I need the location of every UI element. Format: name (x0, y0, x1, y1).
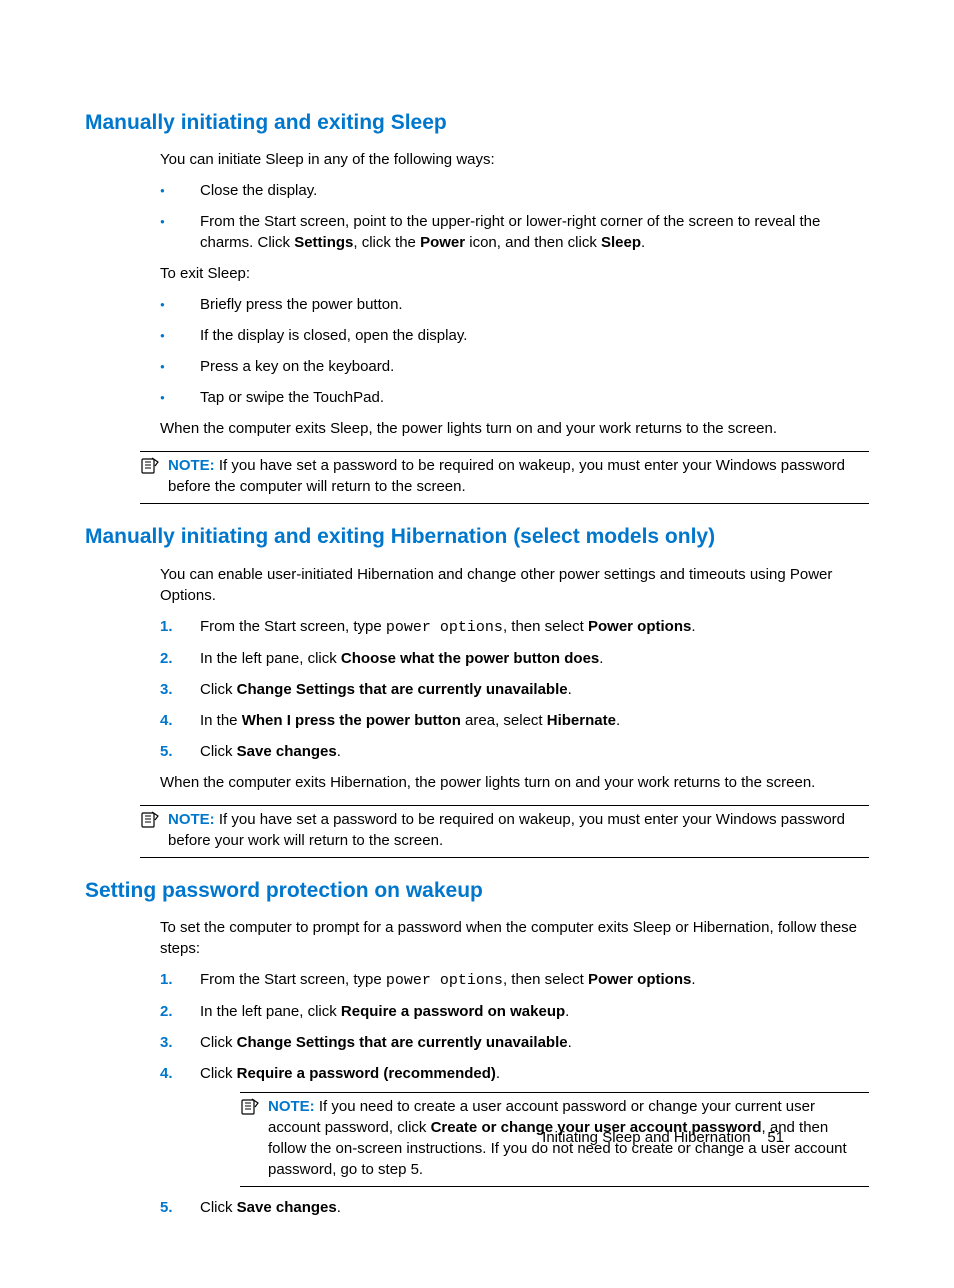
text: , then select (503, 971, 588, 988)
bold-text: Choose what the power button does (341, 650, 599, 667)
bold-text: Hibernate (547, 712, 616, 729)
mono-text: power options (386, 972, 503, 989)
note-label: NOTE: (168, 457, 215, 474)
text: , click the (353, 234, 420, 251)
list-item: Close the display. (160, 180, 869, 201)
sleep-initiate-list: Close the display. From the Start screen… (160, 180, 869, 253)
step-item: In the left pane, click Require a passwo… (160, 1001, 869, 1022)
note-block: NOTE: If you have set a password to be r… (140, 451, 869, 504)
bold-text: Save changes (237, 743, 337, 760)
text: , then select (503, 618, 588, 635)
text: . (568, 681, 572, 698)
bold-text: Power options (588, 971, 691, 988)
bold-text: Change Settings that are currently unava… (237, 1034, 568, 1051)
text: In the (200, 712, 242, 729)
bold-text: Settings (294, 234, 353, 251)
exit-intro: To exit Sleep: (160, 263, 869, 284)
note-block: NOTE: If you have set a password to be r… (140, 805, 869, 858)
list-item: If the display is closed, open the displ… (160, 325, 869, 346)
after-text: When the computer exits Hibernation, the… (160, 772, 869, 793)
text: Click (200, 1065, 237, 1082)
note-icon (140, 457, 160, 481)
text: From the Start screen, type (200, 971, 386, 988)
note-text: If you have set a password to be require… (168, 457, 845, 495)
bold-text: Save changes (237, 1199, 337, 1216)
heading-password: Setting password protection on wakeup (85, 876, 869, 905)
hibernation-steps: From the Start screen, type power option… (160, 616, 869, 762)
text: Click (200, 1034, 237, 1051)
text: Click (200, 1199, 237, 1216)
list-item: From the Start screen, point to the uppe… (160, 211, 869, 253)
bold-text: Power (420, 234, 465, 251)
heading-sleep: Manually initiating and exiting Sleep (85, 108, 869, 137)
bold-text: Require a password on wakeup (341, 1003, 565, 1020)
text: Click (200, 743, 237, 760)
text: . (496, 1065, 500, 1082)
intro-text: To set the computer to prompt for a pass… (160, 917, 869, 959)
step-item: From the Start screen, type power option… (160, 616, 869, 638)
step-item: Click Save changes. (160, 1197, 869, 1218)
step-item: From the Start screen, type power option… (160, 969, 869, 991)
text: . (337, 743, 341, 760)
text: Click (200, 681, 237, 698)
text: . (616, 712, 620, 729)
text: In the left pane, click (200, 1003, 341, 1020)
text: . (641, 234, 645, 251)
bold-text: When I press the power button (242, 712, 461, 729)
section-password-body: To set the computer to prompt for a pass… (160, 917, 869, 1218)
page-number: 51 (767, 1129, 784, 1146)
text: icon, and then click (465, 234, 601, 251)
page-footer: Initiating Sleep and Hibernation 51 (542, 1127, 784, 1148)
note-text: If you have set a password to be require… (168, 811, 845, 849)
step-item: Click Save changes. (160, 741, 869, 762)
heading-hibernation: Manually initiating and exiting Hibernat… (85, 522, 869, 551)
note-label: NOTE: (168, 811, 215, 828)
text: . (599, 650, 603, 667)
list-item: Tap or swipe the TouchPad. (160, 387, 869, 408)
text: . (691, 618, 695, 635)
text: From the Start screen, type (200, 618, 386, 635)
text: . (565, 1003, 569, 1020)
note-icon (240, 1098, 260, 1122)
text: area, select (461, 712, 547, 729)
intro-text: You can enable user-initiated Hibernatio… (160, 564, 869, 606)
bold-text: Require a password (recommended) (237, 1065, 496, 1082)
list-item: Press a key on the keyboard. (160, 356, 869, 377)
list-item: Briefly press the power button. (160, 294, 869, 315)
page: Manually initiating and exiting Sleep Yo… (85, 108, 869, 1218)
password-steps: From the Start screen, type power option… (160, 969, 869, 1218)
bold-text: Change Settings that are currently unava… (237, 681, 568, 698)
after-text: When the computer exits Sleep, the power… (160, 418, 869, 439)
text: . (691, 971, 695, 988)
text: In the left pane, click (200, 650, 341, 667)
bold-text: Sleep (601, 234, 641, 251)
bold-text: Power options (588, 618, 691, 635)
section-hibernation-body: You can enable user-initiated Hibernatio… (160, 564, 869, 793)
mono-text: power options (386, 619, 503, 636)
step-item: Click Change Settings that are currently… (160, 1032, 869, 1053)
step-item: In the left pane, click Choose what the … (160, 648, 869, 669)
footer-text: Initiating Sleep and Hibernation (542, 1129, 750, 1146)
sleep-exit-list: Briefly press the power button. If the d… (160, 294, 869, 408)
section-sleep-body: You can initiate Sleep in any of the fol… (160, 149, 869, 439)
text: . (337, 1199, 341, 1216)
intro-text: You can initiate Sleep in any of the fol… (160, 149, 869, 170)
note-label: NOTE: (268, 1098, 315, 1115)
step-item: In the When I press the power button are… (160, 710, 869, 731)
step-item: Click Require a password (recommended). … (160, 1063, 869, 1187)
note-icon (140, 811, 160, 835)
text: . (568, 1034, 572, 1051)
step-item: Click Change Settings that are currently… (160, 679, 869, 700)
